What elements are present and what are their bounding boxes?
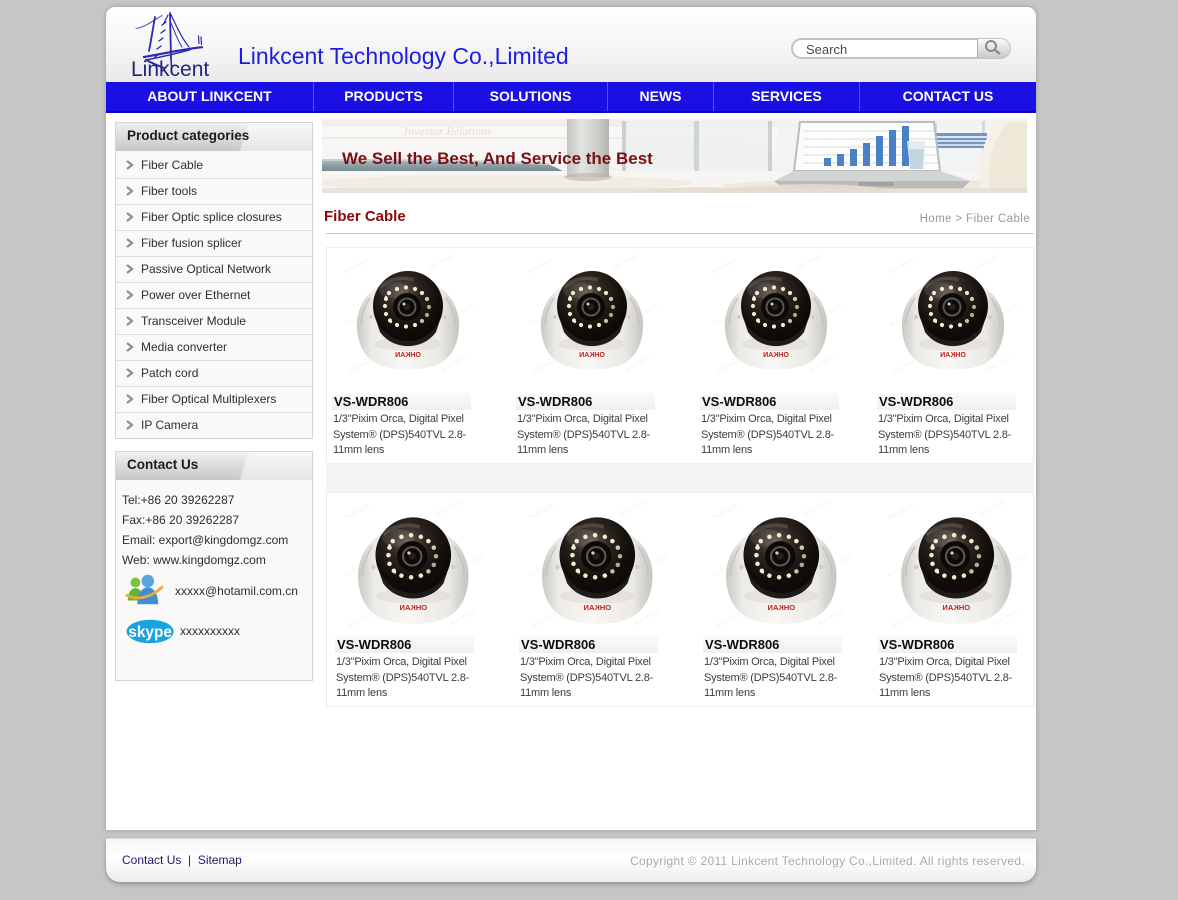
svg-text:iew-tech: iew-tech <box>890 609 919 630</box>
svg-text:iew-tech: iew-tech <box>715 609 744 630</box>
svg-text:iew-tech: iew-tech <box>343 501 372 522</box>
svg-text:iew-tech: iew-tech <box>712 257 738 275</box>
svg-text:iew-tech: iew-tech <box>977 499 1006 519</box>
svg-text:iew-tech: iew-tech <box>889 257 915 275</box>
svg-text:Linkcent: Linkcent <box>131 58 209 81</box>
svg-text:iew-tech: iew-tech <box>612 254 638 272</box>
svg-text:OHKAN: OHKAN <box>763 352 789 359</box>
svg-text:OHKAN: OHKAN <box>395 352 421 359</box>
svg-text:iew-tech: iew-tech <box>886 501 915 522</box>
svg-text:skype: skype <box>128 624 172 641</box>
svg-text:OHKAN: OHKAN <box>399 603 427 612</box>
svg-text:iew-tech: iew-tech <box>618 499 647 519</box>
svg-text:iew-tech: iew-tech <box>796 254 822 272</box>
svg-text:iew-tech: iew-tech <box>428 254 454 272</box>
svg-text:iew-tech: iew-tech <box>531 357 557 375</box>
svg-text:iew-tech: iew-tech <box>434 499 463 519</box>
svg-text:OHKAN: OHKAN <box>767 603 795 612</box>
svg-text:iew-tech: iew-tech <box>527 501 556 522</box>
svg-text:iew-tech: iew-tech <box>347 609 376 630</box>
svg-text:iew-tech: iew-tech <box>531 609 560 630</box>
svg-text:OHKAN: OHKAN <box>583 603 611 612</box>
svg-text:iew-tech: iew-tech <box>347 357 373 375</box>
svg-text:iew-tech: iew-tech <box>344 257 370 275</box>
svg-text:iew-tech: iew-tech <box>711 501 740 522</box>
svg-text:iew-tech: iew-tech <box>528 257 554 275</box>
svg-text:Investor Relations: Investor Relations <box>403 124 492 138</box>
svg-text:iew-tech: iew-tech <box>715 357 741 375</box>
svg-text:iew-tech: iew-tech <box>973 254 999 272</box>
svg-text:OHKAN: OHKAN <box>942 603 970 612</box>
svg-text:iew-tech: iew-tech <box>802 499 831 519</box>
svg-text:OHKAN: OHKAN <box>579 352 605 359</box>
svg-text:OHKAN: OHKAN <box>940 352 966 359</box>
svg-text:iew-tech: iew-tech <box>892 357 918 375</box>
